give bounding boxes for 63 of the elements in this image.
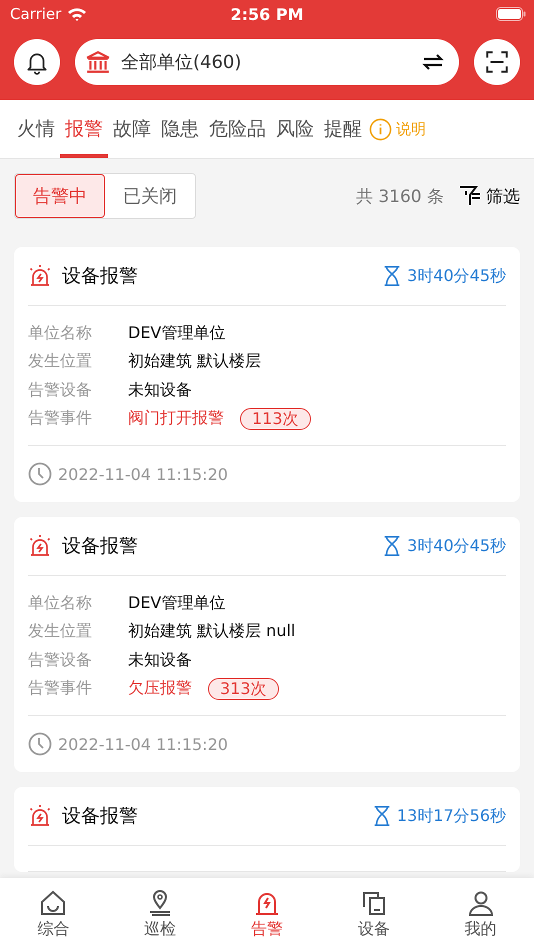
field-value: 初始建筑 默认楼层 null <box>128 621 296 642</box>
user-icon <box>466 888 495 916</box>
category-tab[interactable]: 危险品 <box>204 100 271 158</box>
alarm-time: 2022-11-04 11:15:20 <box>58 464 228 484</box>
card-title: 设备报警 <box>62 534 138 559</box>
elapsed-duration: 13时17分56秒 <box>396 806 506 826</box>
alarm-card[interactable]: 设备报警 3时40分45秒 单位名称 DEV管理单位 发生位置 初始建筑 默认楼层 告警设备 未知设备 告警事件 阀门打开报警 113次 2022-11-04 11:15:20 <box>14 247 520 502</box>
scan-icon <box>484 48 510 74</box>
nav-tab[interactable]: 设备 <box>320 878 428 950</box>
field-label: 发生位置 <box>28 351 93 372</box>
card-title: 设备报警 <box>62 804 138 829</box>
category-tab[interactable]: 隐患 <box>156 100 204 158</box>
status-segment[interactable]: 已关闭 <box>105 174 195 218</box>
total-count: 共 3160 条 <box>356 186 444 208</box>
nav-tab[interactable]: 我的 <box>427 878 534 950</box>
nav-tab[interactable]: 告警 <box>214 878 320 950</box>
clock-icon <box>28 732 52 756</box>
field-value: 未知设备 <box>128 650 192 671</box>
filter-button[interactable]: 筛选 <box>458 184 520 208</box>
nav-tab[interactable]: 综合 <box>0 878 107 950</box>
field-label: 告警事件 <box>28 678 93 700</box>
category-tab[interactable]: 火情 <box>12 100 60 158</box>
field-value: DEV管理单位 <box>128 322 226 344</box>
home-icon <box>39 888 68 916</box>
category-tab[interactable]: 提醒 <box>319 100 367 158</box>
battery-icon <box>496 7 526 21</box>
field-label: 单位名称 <box>28 322 93 344</box>
alarm-card[interactable]: 设备报警 3时40分45秒 单位名称 DEV管理单位 发生位置 初始建筑 默认楼层 null 告警设备 未知设备 告警事件 欠压报警 313次 2022-11-04 11:15:20 <box>14 517 520 772</box>
clock-icon <box>28 462 52 486</box>
bank-icon <box>85 48 111 74</box>
field-value: 未知设备 <box>128 380 192 401</box>
field-value: 初始建筑 默认楼层 <box>128 351 262 372</box>
card-title: 设备报警 <box>62 264 138 289</box>
field-label: 告警事件 <box>28 408 93 430</box>
nav-tab[interactable]: 巡检 <box>106 878 214 950</box>
field-label: 告警设备 <box>28 650 93 671</box>
field-value: DEV管理单位 <box>128 592 226 614</box>
alarm-time: 2022-11-04 11:15:20 <box>58 734 228 754</box>
siren-icon <box>28 804 52 828</box>
carrier-label: Carrier <box>10 5 62 23</box>
field-label: 发生位置 <box>28 621 93 642</box>
elapsed-duration: 3时40分45秒 <box>407 536 506 556</box>
notification-button[interactable] <box>14 38 60 84</box>
siren-icon <box>28 534 52 558</box>
alarm-card[interactable]: 设备报警 13时17分56秒 <box>14 787 520 872</box>
info-icon <box>369 118 392 140</box>
field-label: 单位名称 <box>28 592 93 614</box>
wifi-icon <box>67 7 88 21</box>
clock-time: 2:56 PM <box>229 4 304 24</box>
unit-selector[interactable]: 全部单位(460) <box>75 38 459 84</box>
category-tab[interactable]: 故障 <box>108 100 156 158</box>
field-label: 告警设备 <box>28 380 93 401</box>
status-segment[interactable]: 告警中 <box>15 174 105 218</box>
siren-icon <box>28 264 52 288</box>
elapsed-duration: 3时40分45秒 <box>407 266 506 286</box>
event-name: 欠压报警 <box>128 678 192 700</box>
scan-button[interactable] <box>474 38 520 84</box>
event-name: 阀门打开报警 <box>128 408 224 430</box>
category-tab[interactable]: 报警 <box>60 100 108 158</box>
count-pill: 313次 <box>208 678 279 700</box>
count-pill: 113次 <box>240 408 311 430</box>
filter-icon <box>458 184 482 208</box>
category-tab[interactable]: 风险 <box>271 100 319 158</box>
